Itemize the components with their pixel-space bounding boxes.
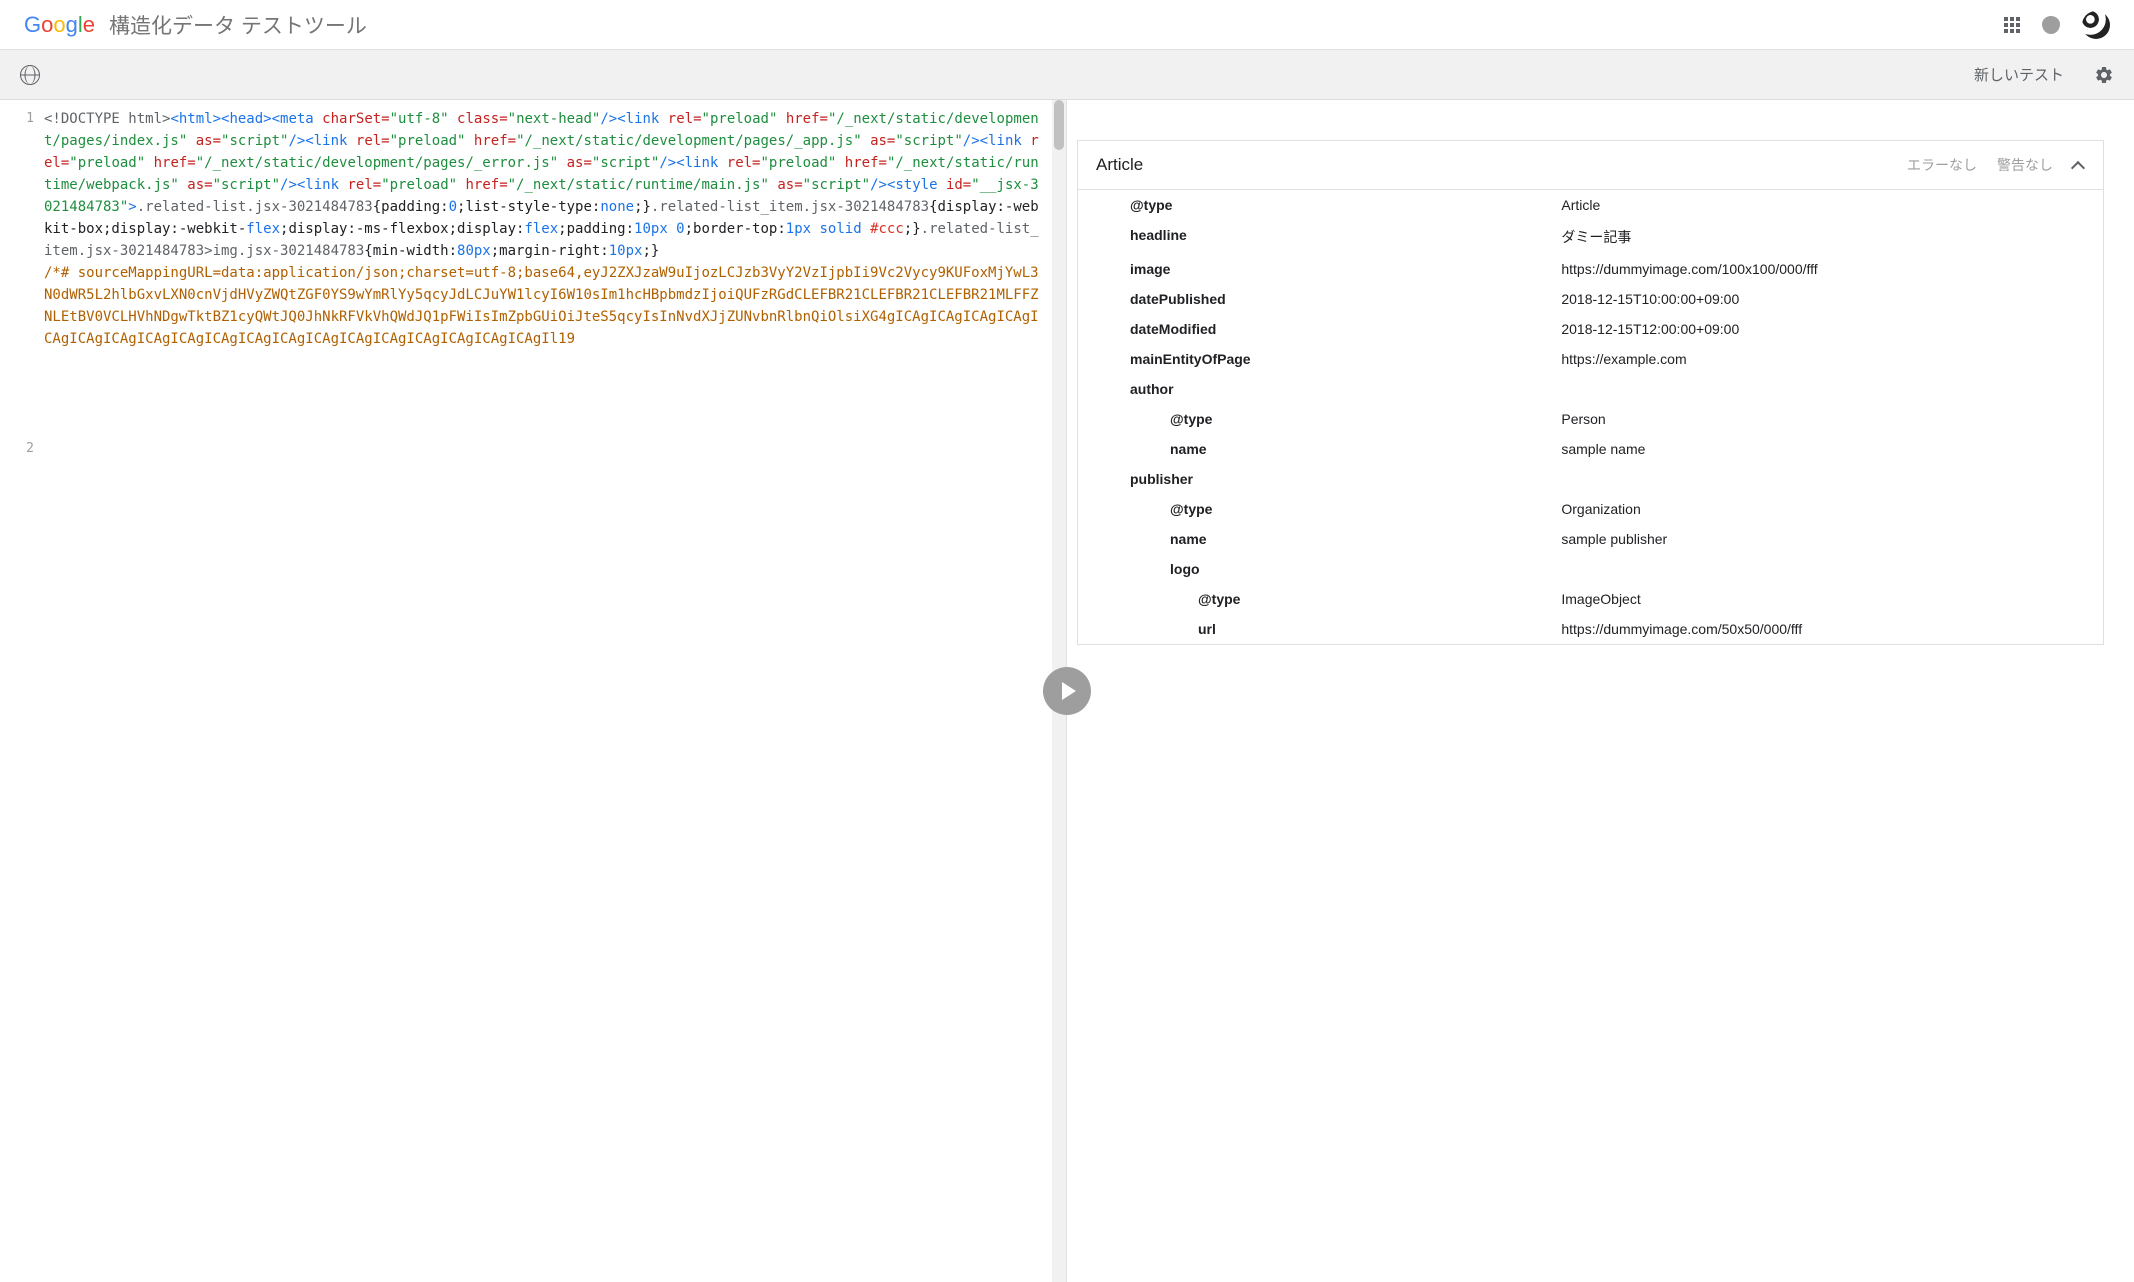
header-actions <box>2004 11 2110 39</box>
property-row[interactable]: urlhttps://dummyimage.com/50x50/000/fff <box>1078 614 2103 644</box>
property-key: url <box>1078 621 1561 637</box>
property-value: ImageObject <box>1561 591 2085 607</box>
property-row[interactable]: mainEntityOfPagehttps://example.com <box>1078 344 2103 374</box>
properties-list: @typeArticleheadlineダミー記事imagehttps://du… <box>1078 190 2103 644</box>
property-key: author <box>1078 381 1561 397</box>
property-key: @type <box>1078 197 1561 213</box>
property-value: https://dummyimage.com/100x100/000/fff <box>1561 261 2085 277</box>
toolbar-right: 新しいテスト <box>1974 64 2114 85</box>
run-test-button[interactable] <box>1043 667 1091 715</box>
property-value: sample name <box>1561 441 2085 457</box>
globe-icon[interactable] <box>20 65 40 85</box>
property-key: publisher <box>1078 471 1561 487</box>
property-row[interactable]: @typeArticle <box>1078 190 2103 220</box>
property-row[interactable]: headlineダミー記事 <box>1078 220 2103 254</box>
property-key: @type <box>1078 591 1561 607</box>
property-key: name <box>1078 441 1561 457</box>
property-key: headline <box>1078 227 1561 247</box>
user-avatar[interactable] <box>2082 11 2110 39</box>
property-key: @type <box>1078 411 1561 427</box>
scrollbar-thumb[interactable] <box>1054 100 1064 150</box>
property-value: 2018-12-15T12:00:00+09:00 <box>1561 321 2085 337</box>
property-value: Article <box>1561 197 2085 213</box>
property-value <box>1561 471 2085 487</box>
property-key: datePublished <box>1078 291 1561 307</box>
property-value: 2018-12-15T10:00:00+09:00 <box>1561 291 2085 307</box>
property-row[interactable]: namesample publisher <box>1078 524 2103 554</box>
property-row[interactable]: author <box>1078 374 2103 404</box>
code-panel: 1 2 <!DOCTYPE html><html><head><meta cha… <box>0 100 1067 1282</box>
property-value <box>1561 561 2085 577</box>
property-key: image <box>1078 261 1561 277</box>
result-card: Article エラーなし 警告なし @typeArticleheadlineダ… <box>1077 140 2104 645</box>
warnings-label: 警告なし <box>1997 155 2053 175</box>
property-value: https://dummyimage.com/50x50/000/fff <box>1561 621 2085 637</box>
app-title: 構造化データ テストツール <box>109 10 367 40</box>
property-value: sample publisher <box>1561 531 2085 547</box>
chevron-up-icon <box>2073 159 2085 171</box>
apps-icon[interactable] <box>2004 17 2020 33</box>
property-key: @type <box>1078 501 1561 517</box>
property-key: name <box>1078 531 1561 547</box>
results-panel: Article エラーなし 警告なし @typeArticleheadlineダ… <box>1067 100 2134 1282</box>
google-logo: Google 構造化データ テストツール <box>24 10 367 40</box>
property-row[interactable]: namesample name <box>1078 434 2103 464</box>
property-row[interactable]: datePublished2018-12-15T10:00:00+09:00 <box>1078 284 2103 314</box>
property-value: ダミー記事 <box>1561 227 2085 247</box>
result-status: エラーなし 警告なし <box>1907 155 2085 175</box>
line-number: 2 <box>0 438 34 460</box>
property-key: logo <box>1078 561 1561 577</box>
property-value: Person <box>1561 411 2085 427</box>
google-wordmark: Google <box>24 12 95 38</box>
property-value: Organization <box>1561 501 2085 517</box>
property-row[interactable]: dateModified2018-12-15T12:00:00+09:00 <box>1078 314 2103 344</box>
property-row[interactable]: @typeImageObject <box>1078 584 2103 614</box>
new-test-button[interactable]: 新しいテスト <box>1974 64 2064 85</box>
property-key: dateModified <box>1078 321 1561 337</box>
gear-icon[interactable] <box>2094 65 2114 85</box>
property-row[interactable]: logo <box>1078 554 2103 584</box>
toolbar: 新しいテスト <box>0 50 2134 100</box>
property-row[interactable]: @typePerson <box>1078 404 2103 434</box>
result-header[interactable]: Article エラーなし 警告なし <box>1078 141 2103 190</box>
errors-label: エラーなし <box>1907 155 1977 175</box>
property-row[interactable]: imagehttps://dummyimage.com/100x100/000/… <box>1078 254 2103 284</box>
property-key: mainEntityOfPage <box>1078 351 1561 367</box>
line-number: 1 <box>0 108 34 130</box>
property-row[interactable]: @typeOrganization <box>1078 494 2103 524</box>
line-gutter: 1 2 <box>0 100 44 1282</box>
code-body[interactable]: <!DOCTYPE html><html><head><meta charSet… <box>44 100 1052 1282</box>
main-content: 1 2 <!DOCTYPE html><html><head><meta cha… <box>0 100 2134 1282</box>
property-value <box>1561 381 2085 397</box>
result-title: Article <box>1096 155 1143 175</box>
property-row[interactable]: publisher <box>1078 464 2103 494</box>
property-value: https://example.com <box>1561 351 2085 367</box>
app-header: Google 構造化データ テストツール <box>0 0 2134 50</box>
notifications-icon[interactable] <box>2042 16 2060 34</box>
code-text: <!DOCTYPE html><html><head><meta charSet… <box>44 111 1039 347</box>
